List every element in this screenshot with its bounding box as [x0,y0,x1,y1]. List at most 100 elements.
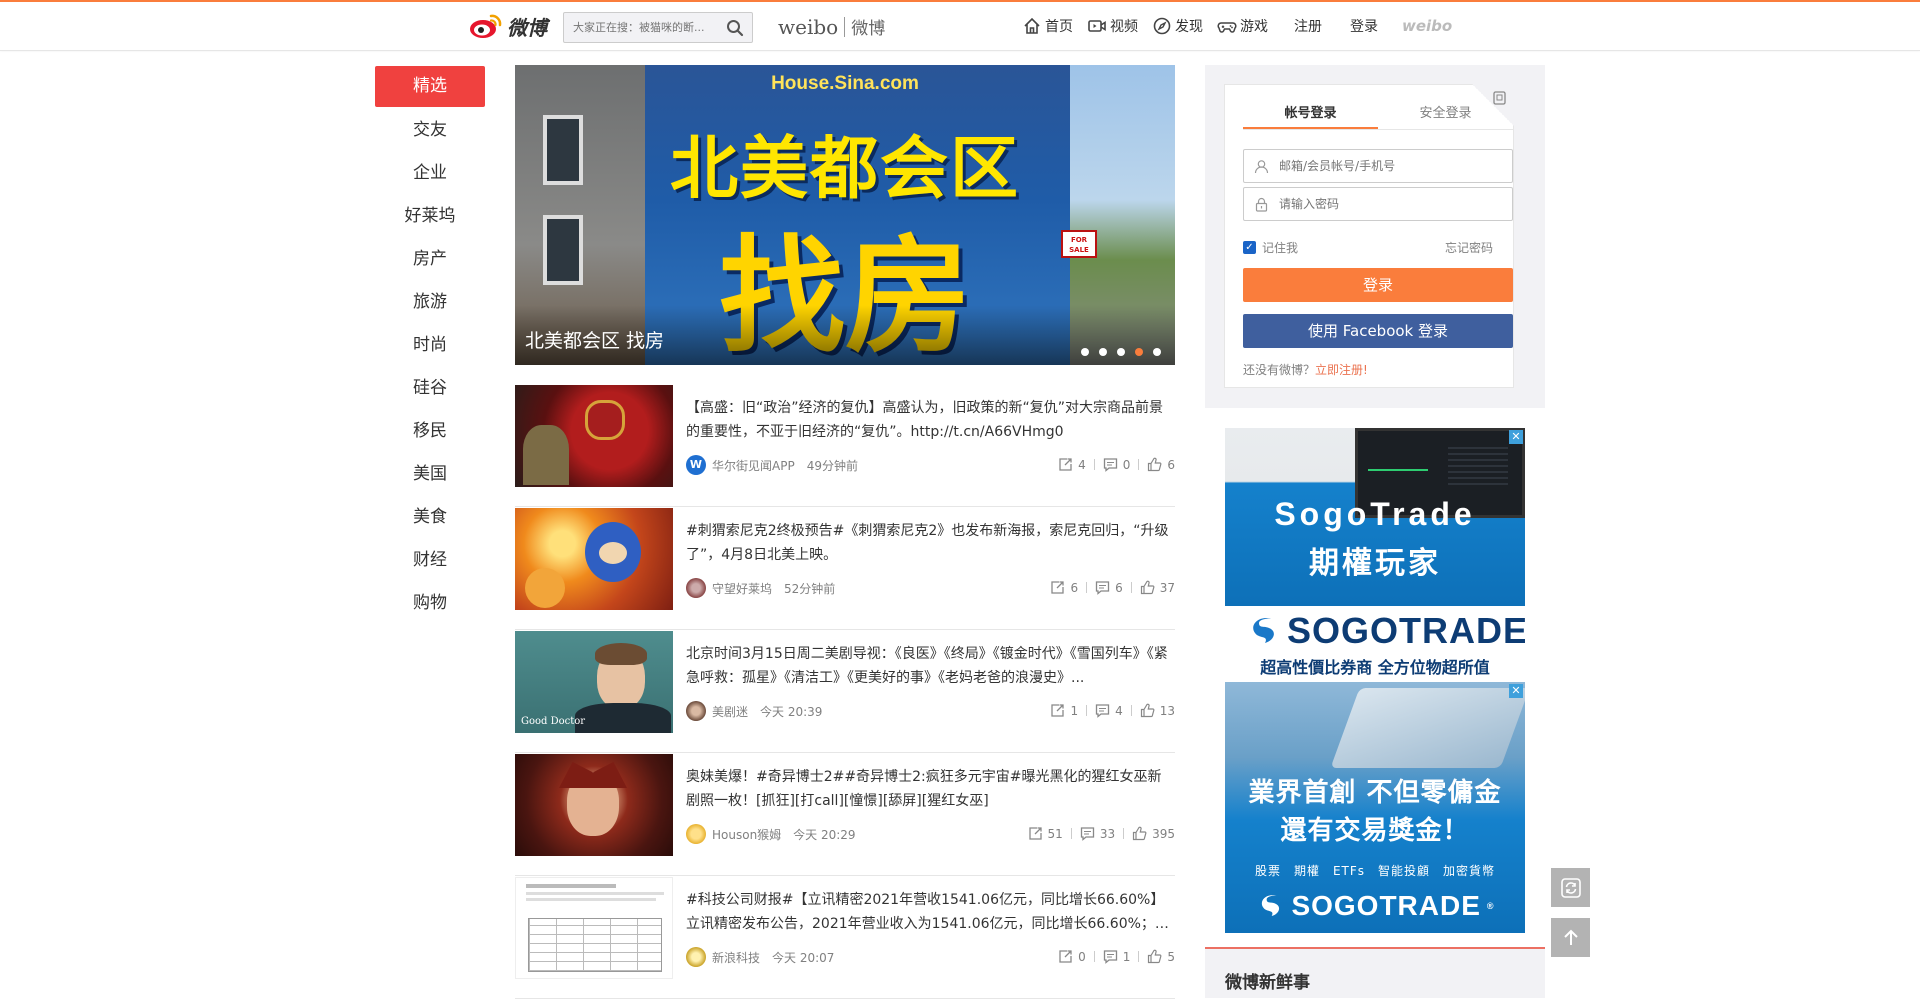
nav-games[interactable]: 游戏 [1217,16,1268,36]
like-button[interactable]: 395 [1132,826,1175,841]
repost-button[interactable]: 0 [1058,949,1086,964]
password-input[interactable] [1279,188,1504,220]
register-link[interactable]: 注册 [1294,16,1322,36]
remember-me-label[interactable]: 记住我 [1262,239,1298,256]
carousel-dot[interactable] [1117,348,1125,356]
category-business[interactable]: 企业 [375,152,485,195]
comment-button[interactable]: 0 [1103,457,1130,472]
repost-button[interactable]: 6 [1050,580,1078,595]
ad-banner-sogotrade-logo[interactable]: SOGOTRADE® 超高性價比券商 全方位物超所值 [1225,606,1525,682]
username-input[interactable] [1279,150,1504,182]
category-dating[interactable]: 交友 [375,109,485,152]
author-avatar[interactable]: W [686,455,706,475]
comment-button[interactable]: 4 [1095,703,1123,718]
author-name[interactable]: 新浪科技 [712,949,760,966]
carousel-dot-active[interactable] [1135,348,1143,356]
like-button[interactable]: 6 [1147,457,1175,472]
author-name[interactable]: Houson猴姆 [712,826,781,843]
feed-text[interactable]: 【高盛：旧“政治”经济的复仇】高盛认为，旧政策的新“复仇”对大宗商品前景的重要性… [686,396,1175,444]
stat-divider [1130,705,1132,716]
hero-carousel[interactable]: FOR SALE House.Sina.com 北美都会区 找房 北美都会区 找… [515,65,1175,365]
stat-divider [1123,828,1125,839]
ad-logo: SOGOTRADE® [1245,610,1525,652]
nav-video[interactable]: 视频 [1087,16,1138,36]
register-now-link[interactable]: 立即注册! [1315,363,1368,377]
ad-close-icon[interactable]: ✕ [1509,684,1523,698]
feed-thumbnail[interactable] [515,877,673,979]
feed-text[interactable]: 奥妹美爆！#奇异博士2##奇异博士2:疯狂多元宇宙#曝光黑化的猩红女巫新剧照一枚… [686,765,1175,813]
weibo-logo[interactable]: 微博 [469,10,547,42]
ad-banner-sogotrade-bonus[interactable]: ✕ 業界首創 不但零傭金 還有交易獎金！ 股票 期權 ETFs 智能投顧 加密貨… [1225,682,1525,933]
carousel-dot[interactable] [1081,348,1089,356]
section-divider [1205,947,1545,949]
nav-home[interactable]: 首页 [1022,16,1073,36]
author-avatar[interactable] [686,824,706,844]
forgot-password-link[interactable]: 忘记密码 [1445,239,1493,256]
nav-home-label: 首页 [1045,19,1073,35]
category-immigration[interactable]: 移民 [375,410,485,453]
tab-secure-login[interactable]: 安全登录 [1378,99,1513,129]
like-button[interactable]: 13 [1140,703,1175,718]
like-button[interactable]: 37 [1140,580,1175,595]
category-usa[interactable]: 美国 [375,453,485,496]
feed-thumbnail[interactable]: Good Doctor [515,631,673,733]
stat-divider [1086,582,1088,593]
category-finance[interactable]: 财经 [375,539,485,582]
refresh-icon [1560,877,1581,898]
author-name[interactable]: 守望好莱坞 [712,580,772,597]
author-avatar[interactable] [686,947,706,967]
repost-button[interactable]: 1 [1050,703,1078,718]
refresh-button[interactable] [1551,868,1590,907]
login-link[interactable]: 登录 [1350,16,1378,36]
category-featured[interactable]: 精选 [375,66,485,107]
category-food[interactable]: 美食 [375,496,485,539]
feed-stats: 4 0 6 [1058,457,1175,472]
feed-text[interactable]: 北京时间3月15日周二美剧导视：《良医》《终局》《镀金时代》《雪国列车》《紧急呼… [686,642,1175,690]
feed-text[interactable]: #刺猬索尼克2终极预告#《刺猬索尼克2》也发布新海报，索尼克回归，“升级了”，4… [686,519,1175,567]
category-fashion[interactable]: 时尚 [375,324,485,367]
author-name[interactable]: 美剧迷 [712,703,748,720]
search-input[interactable] [564,13,714,42]
comment-count: 4 [1115,703,1123,718]
comment-button[interactable]: 6 [1095,580,1123,595]
arrow-up-icon [1563,929,1578,945]
category-shopping[interactable]: 购物 [375,582,485,625]
author-avatar[interactable] [686,701,706,721]
sogotrade-logo-icon [1253,618,1274,643]
carousel-dot[interactable] [1099,348,1107,356]
category-travel[interactable]: 旅游 [375,281,485,324]
username-field-wrapper [1243,149,1513,183]
back-to-top-button[interactable] [1551,918,1590,957]
carousel-dot[interactable] [1153,348,1161,356]
ad-banner-sogotrade-options[interactable]: ✕ SogoTrade 期權玩家 [1225,428,1525,606]
remember-me-checkbox[interactable]: ✓ [1243,241,1256,254]
author-name[interactable]: 华尔街见闻APP [712,457,795,474]
like-button[interactable]: 5 [1147,949,1175,964]
post-time: 52分钟前 [784,581,836,596]
stat-divider [1093,951,1095,962]
carousel-caption[interactable]: 北美都会区 找房 [525,326,664,353]
repost-button[interactable]: 51 [1028,826,1063,841]
author-avatar[interactable] [686,578,706,598]
comment-button[interactable]: 1 [1103,949,1130,964]
feed-text[interactable]: #科技公司财报#【立讯精密2021年营收1541.06亿元，同比增长66.60%… [686,888,1175,936]
post-time: 49分钟前 [806,458,858,473]
feed-thumbnail[interactable] [515,508,673,610]
nav-discover[interactable]: 发现 [1152,16,1203,36]
search-icon[interactable] [726,19,744,37]
ad-close-icon[interactable]: ✕ [1509,430,1523,444]
feed-thumbnail[interactable] [515,754,673,856]
repost-button[interactable]: 4 [1058,457,1086,472]
repost-count: 4 [1078,457,1086,472]
category-hollywood[interactable]: 好莱坞 [375,195,485,238]
thumbs-up-icon [1140,580,1155,595]
facebook-login-button[interactable]: 使用 Facebook 登录 [1243,314,1513,348]
tab-account-login[interactable]: 帐号登录 [1243,99,1378,129]
password-field-wrapper [1243,187,1513,221]
login-button[interactable]: 登录 [1243,268,1513,302]
weibo-small-logo[interactable]: weibo [1402,17,1452,35]
comment-button[interactable]: 33 [1080,826,1115,841]
feed-thumbnail[interactable] [515,385,673,487]
category-real-estate[interactable]: 房产 [375,238,485,281]
category-silicon-valley[interactable]: 硅谷 [375,367,485,410]
